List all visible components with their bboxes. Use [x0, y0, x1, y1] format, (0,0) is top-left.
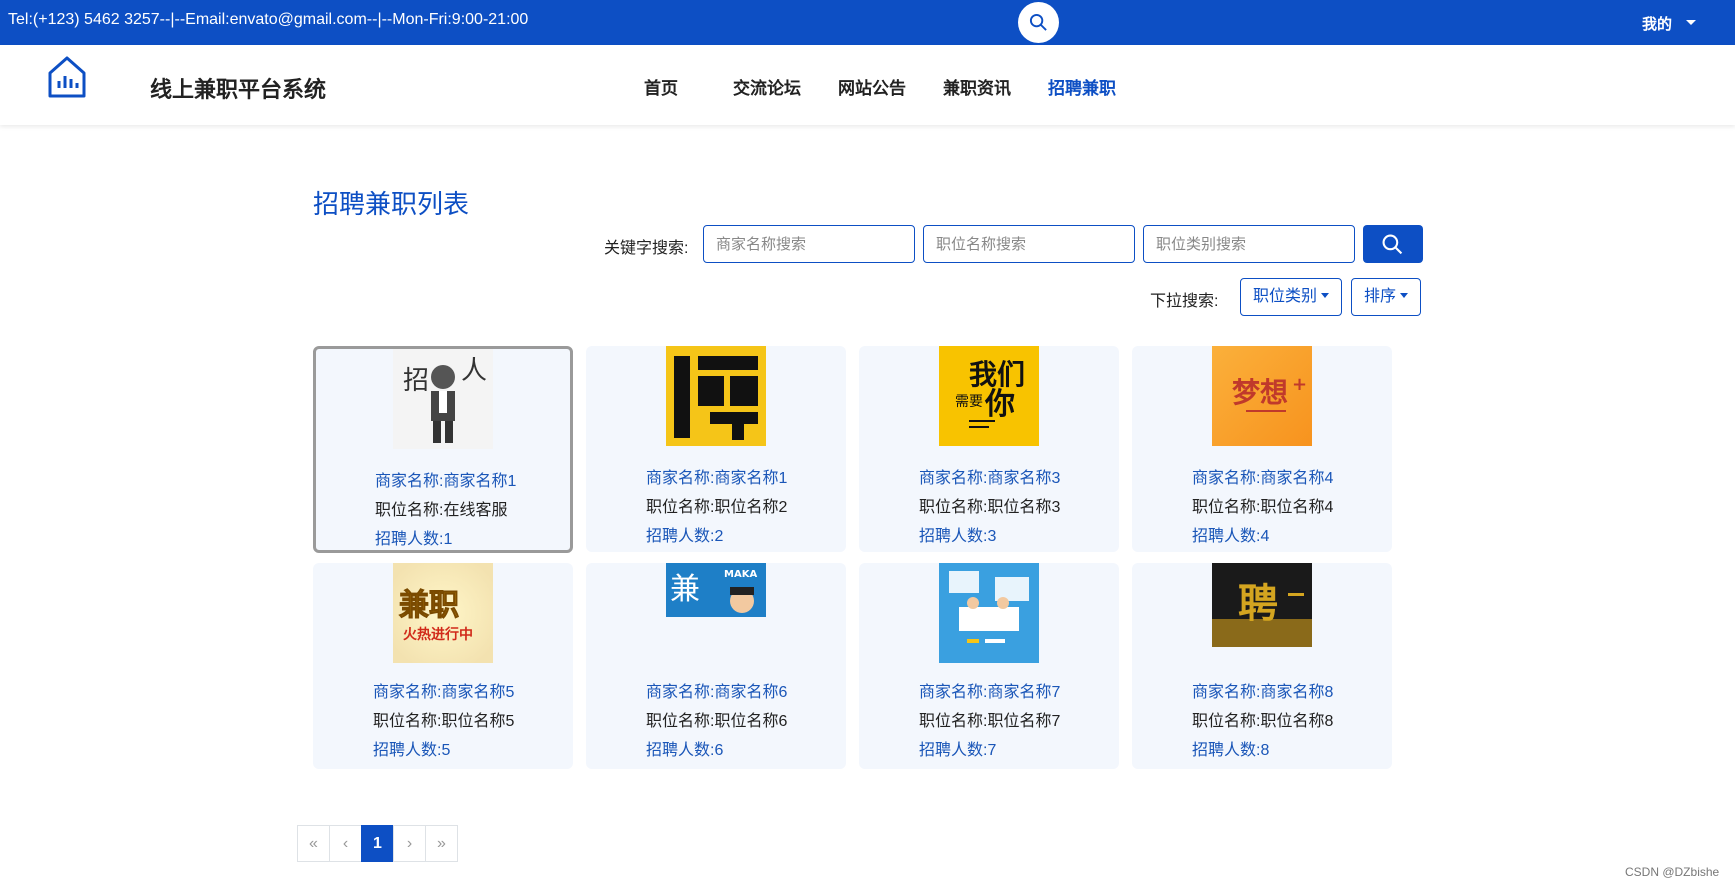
- hire-count: 招聘人数:8: [1192, 742, 1270, 759]
- svg-text:MAKA: MAKA: [724, 569, 757, 580]
- hire-count: 招聘人数:2: [646, 528, 724, 545]
- category-search-input[interactable]: [1143, 225, 1355, 263]
- position-name: 职位名称:职位名称7: [919, 713, 1061, 730]
- watermark: CSDN @DZbishe: [1625, 865, 1720, 879]
- position-name: 职位名称:职位名称2: [646, 499, 788, 516]
- job-card[interactable]: 兼 MAKA 商家名称:商家名称6 职位名称:职位名称6 招聘人数:6: [586, 563, 846, 769]
- nav-home[interactable]: 首页: [644, 74, 678, 99]
- nav-jobs[interactable]: 招聘兼职: [1048, 74, 1116, 99]
- job-card[interactable]: 商家名称:商家名称1 职位名称:职位名称2 招聘人数:2: [586, 346, 846, 552]
- position-name: 职位名称:职位名称6: [646, 713, 788, 730]
- position-name: 职位名称:职位名称3: [919, 499, 1061, 516]
- nav-announcements[interactable]: 网站公告: [838, 74, 906, 99]
- site-title: 线上兼职平台系统: [150, 77, 327, 102]
- job-card[interactable]: 聘 商家名称:商家名称8 职位名称:职位名称8 招聘人数:8: [1132, 563, 1392, 769]
- job-thumbnail: [666, 346, 766, 446]
- sort-dropdown-label: 排序: [1364, 288, 1397, 305]
- hire-count: 招聘人数:7: [919, 742, 997, 759]
- svg-text:兼: 兼: [670, 572, 700, 607]
- hire-count: 招聘人数:1: [375, 531, 453, 548]
- merchant-name: 商家名称:商家名称7: [919, 684, 1061, 701]
- job-thumbnail: 兼职 火热进行中: [393, 563, 493, 663]
- hire-count: 招聘人数:4: [1192, 528, 1270, 545]
- merchant-name: 商家名称:商家名称8: [1192, 684, 1334, 701]
- category-dropdown[interactable]: 职位类别: [1240, 278, 1343, 316]
- svg-text:梦想: 梦想: [1232, 376, 1288, 409]
- job-card[interactable]: 商家名称:商家名称7 职位名称:职位名称7 招聘人数:7: [859, 563, 1119, 769]
- job-thumbnail: 我们 需要 你: [939, 346, 1039, 446]
- page-title: 招聘兼职列表: [313, 189, 470, 219]
- job-thumbnail: 聘: [1212, 563, 1312, 647]
- top-search-button[interactable]: [1018, 2, 1059, 43]
- hire-count: 招聘人数:6: [646, 742, 724, 759]
- dropdown-search-label: 下拉搜索:: [1150, 293, 1219, 310]
- merchant-search-input[interactable]: [703, 225, 915, 263]
- svg-text:+: +: [1292, 374, 1307, 395]
- svg-text:人: 人: [461, 356, 487, 386]
- svg-text:需要: 需要: [955, 394, 983, 410]
- merchant-name: 商家名称:商家名称6: [646, 684, 788, 701]
- first-page-button[interactable]: «: [297, 825, 330, 862]
- contact-info: Tel:(+123) 5462 3257--|--Email:envato@gm…: [8, 11, 529, 28]
- next-page-button[interactable]: ›: [393, 825, 426, 862]
- job-card[interactable]: 我们 需要 你 商家名称:商家名称3 职位名称:职位名称3 招聘人数:3: [859, 346, 1119, 552]
- page-1-button[interactable]: 1: [361, 825, 394, 862]
- position-name: 职位名称:职位名称5: [373, 713, 515, 730]
- svg-text:火热进行中: 火热进行中: [403, 626, 473, 643]
- nav-news[interactable]: 兼职资讯: [943, 74, 1011, 99]
- svg-text:聘: 聘: [1238, 581, 1278, 627]
- job-card[interactable]: 兼职 火热进行中 商家名称:商家名称5 职位名称:职位名称5 招聘人数:5: [313, 563, 573, 769]
- chevron-down-icon[interactable]: [1686, 20, 1696, 25]
- job-card[interactable]: 梦想 + 商家名称:商家名称4 职位名称:职位名称4 招聘人数:4: [1132, 346, 1392, 552]
- logo-home-icon[interactable]: [47, 55, 87, 104]
- job-thumbnail: 梦想 +: [1212, 346, 1312, 446]
- user-menu[interactable]: 我的: [1642, 13, 1672, 34]
- keyword-search-label: 关键字搜索:: [604, 240, 689, 257]
- last-page-button[interactable]: »: [425, 825, 458, 862]
- merchant-name: 商家名称:商家名称5: [373, 684, 515, 701]
- sort-dropdown[interactable]: 排序: [1351, 278, 1422, 316]
- merchant-name: 商家名称:商家名称4: [1192, 470, 1334, 487]
- job-thumbnail: 招 人: [393, 349, 493, 449]
- svg-text:兼职: 兼职: [399, 588, 459, 623]
- position-search-input[interactable]: [923, 225, 1135, 263]
- top-bar: Tel:(+123) 5462 3257--|--Email:envato@gm…: [0, 0, 1735, 45]
- merchant-name: 商家名称:商家名称3: [919, 470, 1061, 487]
- caret-down-icon: [1400, 293, 1409, 298]
- search-icon: [1382, 234, 1403, 255]
- job-thumbnail: [939, 563, 1039, 663]
- search-icon: [1029, 13, 1047, 31]
- category-dropdown-label: 职位类别: [1253, 288, 1318, 305]
- pagination: « ‹ 1 › »: [297, 825, 458, 862]
- job-thumbnail: 兼 MAKA: [666, 563, 766, 617]
- hire-count: 招聘人数:5: [373, 742, 451, 759]
- merchant-name: 商家名称:商家名称1: [646, 470, 788, 487]
- merchant-name: 商家名称:商家名称1: [375, 473, 517, 490]
- search-button[interactable]: [1363, 225, 1423, 263]
- position-name: 职位名称:在线客服: [375, 502, 508, 519]
- hire-count: 招聘人数:3: [919, 528, 997, 545]
- main-nav: 线上兼职平台系统 首页 交流论坛 网站公告 兼职资讯 招聘兼职: [0, 45, 1735, 125]
- nav-forum[interactable]: 交流论坛: [733, 74, 801, 99]
- caret-down-icon: [1321, 293, 1330, 298]
- job-card[interactable]: 招 人 商家名称:商家名称1 职位名称:在线客服 招聘人数:1: [313, 346, 573, 553]
- prev-page-button[interactable]: ‹: [329, 825, 362, 862]
- position-name: 职位名称:职位名称8: [1192, 713, 1334, 730]
- svg-text:招: 招: [403, 366, 429, 396]
- position-name: 职位名称:职位名称4: [1192, 499, 1334, 516]
- svg-text:你: 你: [984, 387, 1015, 422]
